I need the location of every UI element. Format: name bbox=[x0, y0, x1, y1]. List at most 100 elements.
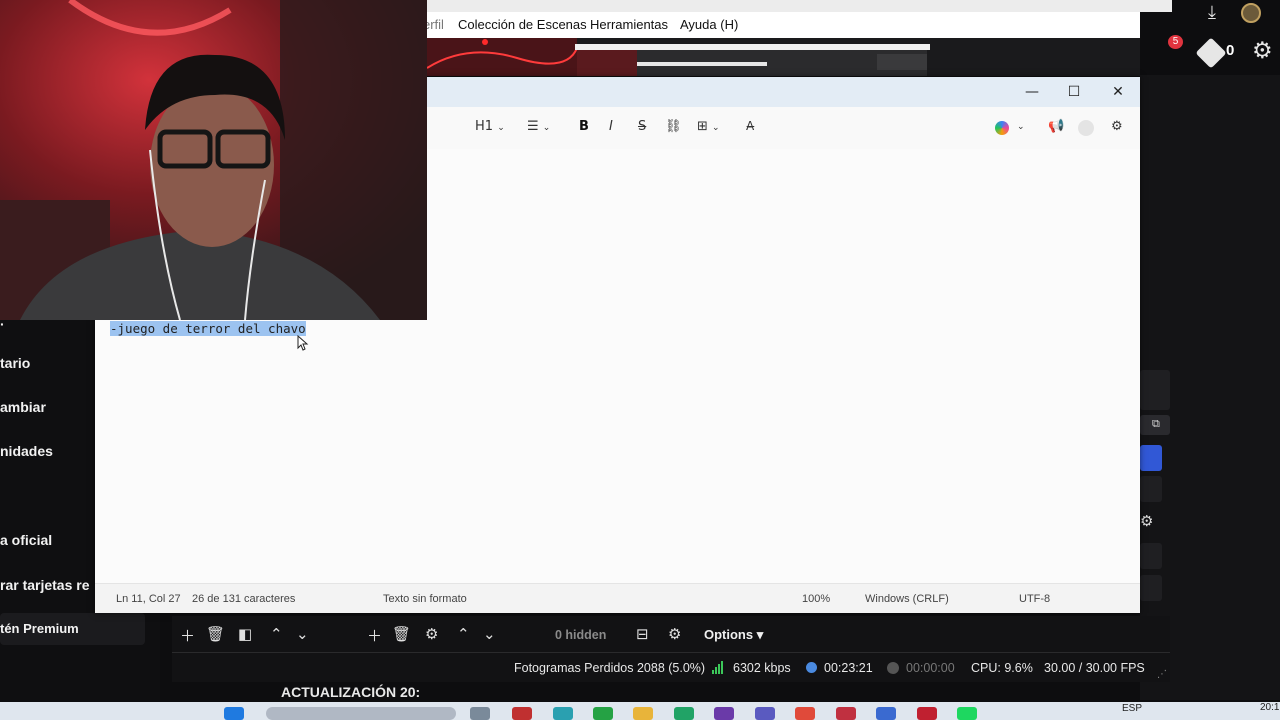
source-down-button[interactable]: ⌄ bbox=[483, 625, 496, 643]
gear-icon[interactable]: ⚙ bbox=[1252, 38, 1273, 64]
sidebar-item-inventario[interactable]: tario bbox=[0, 355, 30, 371]
sidebar-item-comunidades[interactable]: nidades bbox=[0, 443, 53, 459]
menu-coleccion-escenas[interactable]: Colección de Escenas bbox=[458, 17, 587, 32]
options-label: Options bbox=[704, 627, 754, 642]
remove-source-button[interactable]: 🗑 bbox=[392, 625, 411, 643]
update-heading: ACTUALIZACIÓN 20: bbox=[281, 684, 421, 700]
scene-filter-button[interactable]: ◧ bbox=[238, 625, 252, 643]
add-source-button[interactable]: ＋ bbox=[367, 625, 382, 646]
advanced-audio-button[interactable]: ⚙ bbox=[668, 625, 681, 643]
panel-button-4[interactable] bbox=[1140, 575, 1162, 601]
notepad-statusbar: Ln 11, Col 27 26 de 131 caracteres Texto… bbox=[95, 583, 1140, 613]
options-dropdown[interactable]: Options ▾ bbox=[704, 627, 763, 643]
format-label[interactable]: Texto sin formato bbox=[383, 593, 467, 605]
source-up-button[interactable]: ⌃ bbox=[457, 625, 470, 643]
account-icon[interactable] bbox=[1078, 120, 1094, 136]
fps: 30.00 / 30.00 FPS bbox=[1044, 661, 1145, 675]
menu-ayuda[interactable]: Ayuda (H) bbox=[680, 17, 738, 32]
excel-icon[interactable] bbox=[674, 707, 694, 720]
italic-button[interactable]: I bbox=[609, 119, 613, 134]
add-scene-button[interactable]: ＋ bbox=[180, 625, 195, 646]
menu-herramientas[interactable]: Herramientas bbox=[590, 17, 668, 32]
link-icon[interactable]: ⛓ bbox=[665, 119, 682, 134]
search-box[interactable] bbox=[266, 707, 456, 720]
cpu-usage: CPU: 9.6% bbox=[971, 661, 1033, 675]
scene-down-button[interactable]: ⌄ bbox=[296, 625, 309, 643]
app-icon-3[interactable] bbox=[836, 707, 856, 720]
edge-icon[interactable] bbox=[553, 707, 573, 720]
text-line: -juego de terror del chavo bbox=[110, 321, 306, 336]
panel-button-2[interactable] bbox=[1140, 476, 1162, 502]
obs-scene-controls: ＋ 🗑 ◧ ⌃ ⌄ ＋ 🗑 ⚙ ⌃ ⌄ 0 hidden ⊟ ⚙ Options… bbox=[172, 616, 1170, 652]
taskbar: ESP 20:1 bbox=[0, 702, 1280, 720]
window-top-strip bbox=[427, 0, 1172, 12]
heading-label: H1 bbox=[475, 119, 494, 134]
chrome-icon[interactable] bbox=[795, 707, 815, 720]
source-settings-button[interactable]: ⚙ bbox=[425, 625, 438, 643]
record-time: 00:00:00 bbox=[906, 661, 955, 675]
copilot-icon[interactable] bbox=[995, 121, 1009, 135]
avatar[interactable] bbox=[1241, 3, 1261, 23]
panel-button-3[interactable] bbox=[1140, 543, 1162, 569]
settings-icon[interactable]: ⚙ bbox=[1111, 119, 1123, 134]
zoom-level[interactable]: 100% bbox=[802, 593, 830, 605]
start-icon[interactable] bbox=[224, 707, 244, 720]
encoding[interactable]: UTF-8 bbox=[1019, 593, 1050, 605]
spotify-icon[interactable] bbox=[957, 707, 977, 720]
sidebar-item-cambiar[interactable]: ambiar bbox=[0, 399, 46, 415]
whatsapp-icon[interactable] bbox=[593, 707, 613, 720]
obs-menubar: erfil Colección de Escenas Herramientas … bbox=[423, 12, 1140, 38]
preview-thumbnail bbox=[427, 38, 1140, 76]
chevron-down-icon: ⌄ bbox=[497, 123, 505, 133]
clear-format-icon[interactable]: A̶ bbox=[746, 119, 754, 133]
webcam-overlay bbox=[0, 0, 427, 320]
sidebar-item-tienda-oficial[interactable]: a oficial bbox=[0, 532, 52, 548]
minimize-button[interactable]: — bbox=[1015, 81, 1049, 103]
bitrate: 6302 kbps bbox=[733, 661, 791, 675]
sidebar-item-canjear-tarjetas[interactable]: rar tarjetas re bbox=[0, 577, 90, 593]
line-ending[interactable]: Windows (CRLF) bbox=[865, 593, 949, 605]
heading-dropdown[interactable]: H1 ⌄ bbox=[475, 119, 505, 134]
table-dropdown[interactable]: ⊞ ⌄ bbox=[697, 119, 720, 134]
settings-gear-icon[interactable]: ⚙ bbox=[1140, 512, 1153, 530]
selected-text: -juego de terror del chavo bbox=[110, 321, 306, 336]
app-icon-2[interactable] bbox=[714, 707, 734, 720]
stream-icon bbox=[806, 662, 817, 673]
signal-icon bbox=[712, 661, 723, 674]
chevron-down-icon: ⌄ bbox=[712, 123, 720, 133]
active-source-button[interactable] bbox=[1140, 445, 1162, 471]
close-button[interactable]: ✕ bbox=[1101, 81, 1135, 103]
resize-grip-icon[interactable]: ⋰ bbox=[1157, 669, 1167, 680]
obs-statusbar: Fotogramas Perdidos 2088 (5.0%) 6302 kbp… bbox=[172, 652, 1170, 682]
chevron-down-icon[interactable]: ⌄ bbox=[1017, 122, 1025, 132]
taskview-icon[interactable] bbox=[470, 707, 490, 720]
notepad-taskbar-icon[interactable] bbox=[876, 707, 896, 720]
char-count: 26 de 131 caracteres bbox=[192, 593, 296, 605]
folder-icon[interactable] bbox=[633, 707, 653, 720]
bold-button[interactable]: B bbox=[579, 119, 589, 134]
browser-top-icons: ⤓ 5 0 ⚙ bbox=[1160, 0, 1280, 70]
clock[interactable]: 20:1 bbox=[1260, 702, 1279, 713]
app-icon-4[interactable] bbox=[917, 707, 937, 720]
robux-icon[interactable] bbox=[1195, 37, 1227, 69]
stream-time: 00:23:21 bbox=[824, 661, 873, 675]
mixer-layout-button[interactable]: ⊟ bbox=[636, 625, 649, 643]
premium-button[interactable]: tén Premium bbox=[0, 613, 145, 645]
notification-badge: 5 bbox=[1168, 35, 1183, 49]
panel-button[interactable] bbox=[1140, 370, 1170, 410]
language-indicator[interactable]: ESP bbox=[1122, 703, 1142, 714]
panel-header: ⧉ bbox=[1140, 415, 1170, 435]
scene-up-button[interactable]: ⌃ bbox=[270, 625, 283, 643]
table-icon: ⊞ bbox=[697, 119, 708, 134]
download-icon[interactable]: ⤓ bbox=[1208, 2, 1216, 23]
maximize-button[interactable]: ☐ bbox=[1057, 81, 1091, 103]
app-icon-1[interactable] bbox=[512, 707, 532, 720]
popout-icon[interactable]: ⧉ bbox=[1152, 417, 1160, 431]
dropped-frames: Fotogramas Perdidos 2088 (5.0%) bbox=[514, 661, 706, 675]
teams-icon[interactable] bbox=[755, 707, 775, 720]
list-dropdown[interactable]: ☰ ⌄ bbox=[527, 119, 550, 134]
background-right-panel: ⧉ ⚙ bbox=[1140, 75, 1280, 700]
megaphone-icon[interactable]: 📢 bbox=[1048, 119, 1064, 134]
remove-scene-button[interactable]: 🗑 bbox=[206, 625, 225, 643]
strikethrough-button[interactable]: S bbox=[638, 119, 646, 134]
